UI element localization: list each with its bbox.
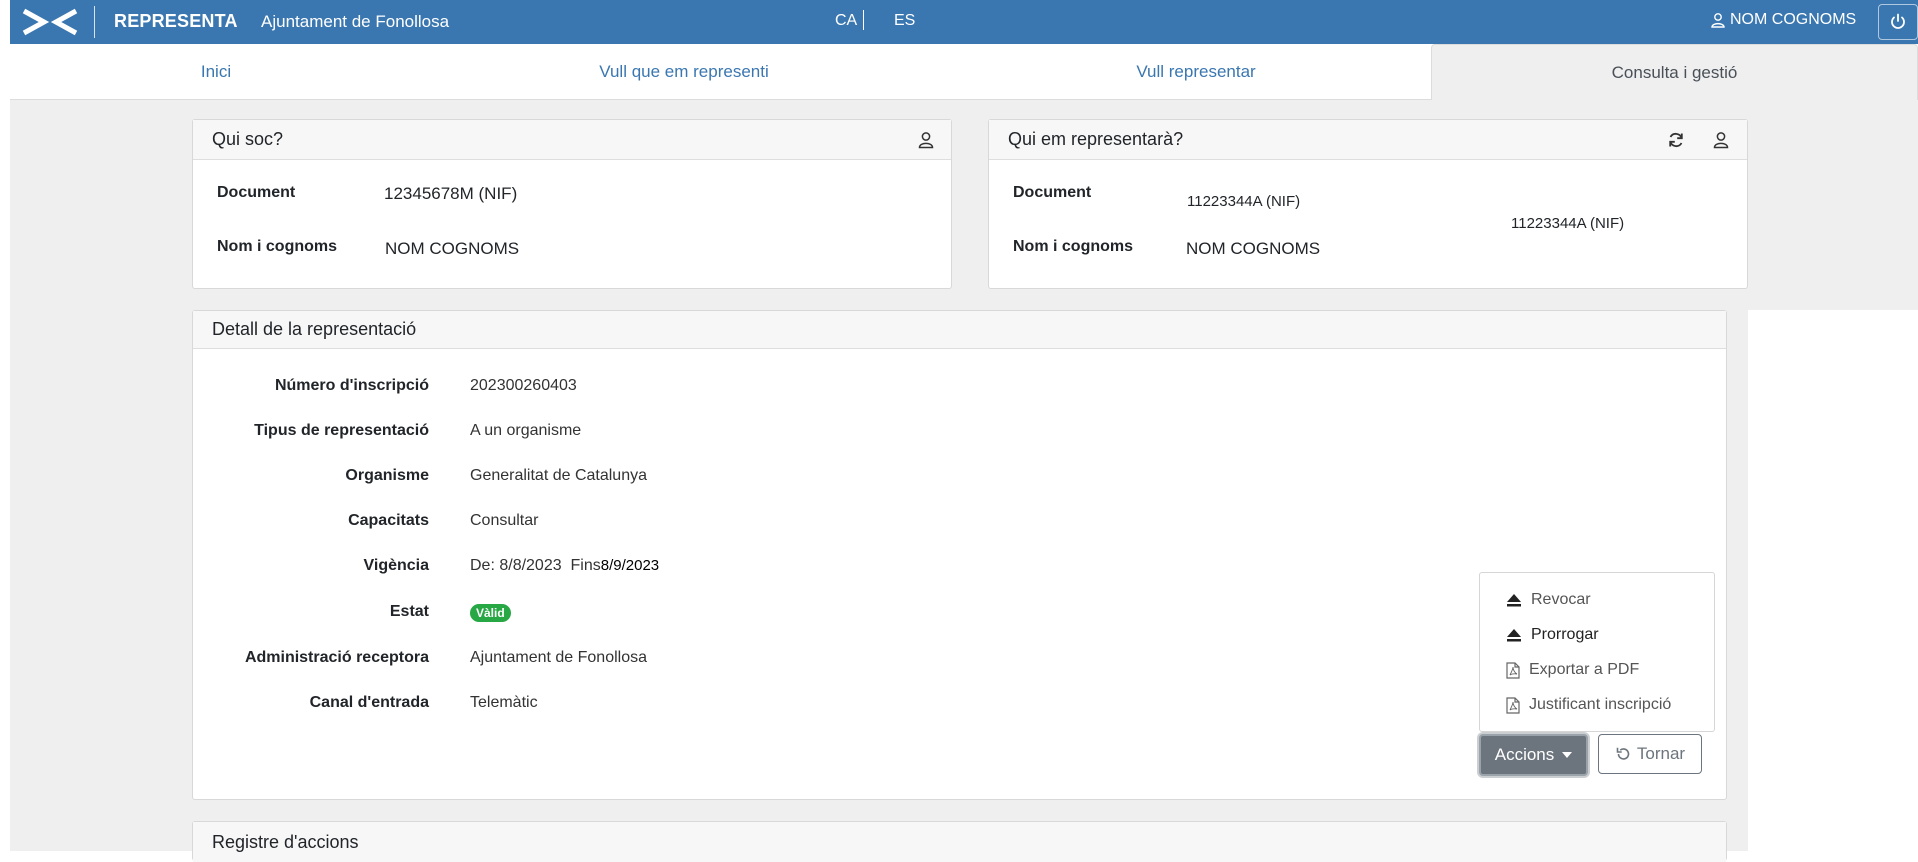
menu-item-revocar[interactable]: Revocar — [1506, 591, 1591, 609]
menu-item-justificant-inscripcio[interactable]: Justificant inscripció — [1506, 696, 1671, 714]
representa-logo-icon[interactable] — [20, 6, 80, 38]
right-blank-area — [1748, 310, 1918, 851]
vigencia-from: De: 8/8/2023 Fins — [470, 557, 601, 574]
logout-button[interactable] — [1878, 4, 1918, 40]
tornar-button[interactable]: Tornar — [1598, 734, 1702, 774]
canal-entrada-label: Canal d'entrada — [309, 694, 429, 711]
capacitats-label: Capacitats — [348, 512, 429, 529]
brand-name[interactable]: REPRESENTA — [114, 11, 238, 32]
qui-em-representara-card: Qui em representarà? Document 11223344A … — [988, 119, 1748, 289]
organisme-value: Generalitat de Catalunya — [470, 467, 647, 484]
tab-consulta-i-gestio[interactable]: Consulta i gestió — [1431, 44, 1918, 100]
canal-entrada-value: Telemàtic — [470, 694, 538, 711]
registre-accions-header: Registre d'accions — [193, 822, 1726, 862]
menu-item-exportar-pdf[interactable]: Exportar a PDF — [1506, 661, 1639, 679]
user-menu[interactable]: NOM COGNOMS — [1710, 11, 1856, 29]
eject-icon — [1507, 629, 1521, 642]
tab-vull-que-em-representi[interactable]: Vull que em representi — [422, 44, 946, 100]
accions-dropdown-button[interactable]: Accions — [1479, 734, 1588, 776]
vigencia-to: 8/9/2023 — [600, 557, 660, 574]
status-badge: Vàlid — [470, 604, 511, 622]
document-label: Document — [217, 184, 296, 201]
document-value: 12345678M (NIF) — [384, 184, 518, 203]
name-label: Nom i cognoms — [217, 238, 338, 255]
pdf-file-icon — [1506, 661, 1520, 679]
caret-down-icon — [1562, 752, 1573, 758]
organisme-label: Organisme — [345, 467, 429, 484]
user-icon[interactable] — [916, 130, 936, 150]
registre-accions-title: Registre d'accions — [212, 831, 359, 852]
qui-soc-header: Qui soc? — [193, 120, 951, 160]
document-value-secondary: 11223344A (NIF) — [1511, 215, 1625, 232]
power-icon — [1891, 13, 1905, 29]
inscription-number-label: Número d'inscripció — [274, 377, 429, 394]
vigencia-value: De: 8/8/2023 Fins8/9/2023 — [470, 557, 659, 575]
top-bar: REPRESENTA Ajuntament de Fonollosa CA ES… — [10, 0, 1918, 44]
registre-accions-card: Registre d'accions — [192, 821, 1727, 862]
language-ca-link[interactable]: CA — [835, 12, 857, 30]
menu-item-prorrogar[interactable]: Prorrogar — [1506, 626, 1599, 644]
document-value: 11223344A (NIF) — [1187, 193, 1301, 210]
capacitats-value: Consultar — [470, 512, 539, 529]
document-label: Document — [1013, 184, 1092, 201]
language-divider — [863, 10, 864, 30]
user-icon — [1711, 13, 1725, 28]
name-value: NOM COGNOMS — [385, 239, 520, 258]
tab-vull-representar[interactable]: Vull representar — [946, 44, 1446, 100]
representation-type-value: A un organisme — [470, 422, 582, 439]
estat-label: Estat — [389, 603, 429, 620]
eject-icon — [1507, 594, 1521, 607]
qui-em-representara-header: Qui em representarà? — [989, 120, 1747, 160]
name-value: NOM COGNOMS — [1186, 239, 1321, 258]
representation-type-label: Tipus de representació — [254, 422, 429, 439]
organization-name: Ajuntament de Fonollosa — [261, 12, 450, 31]
undo-icon — [1616, 747, 1630, 760]
refresh-icon[interactable] — [1666, 130, 1686, 150]
pdf-file-icon — [1506, 696, 1520, 714]
administracio-receptora-label: Administració receptora — [244, 649, 429, 666]
qui-soc-card: Qui soc? Document 12345678M (NIF) Nom i … — [192, 119, 952, 289]
detall-title: Detall de la representació — [212, 319, 417, 339]
inscription-number-value: 202300260403 — [470, 377, 577, 394]
user-icon[interactable] — [1711, 130, 1731, 150]
language-es-link[interactable]: ES — [894, 12, 915, 30]
logo-divider — [94, 6, 95, 38]
qui-soc-title: Qui soc? — [212, 129, 284, 149]
actions-dropdown-menu: Revocar Prorrogar Exportar a PDF Justifi… — [1479, 572, 1715, 732]
estat-value: Vàlid — [470, 604, 511, 622]
right-gutter — [1727, 310, 1748, 851]
vigencia-label: Vigència — [363, 557, 429, 574]
detall-header: Detall de la representació — [193, 311, 1726, 349]
main-tabs: Inici Vull que em representi Vull repres… — [10, 44, 1918, 100]
user-name: NOM COGNOMS — [1730, 11, 1857, 28]
administracio-receptora-value: Ajuntament de Fonollosa — [470, 649, 647, 666]
qui-em-representara-title: Qui em representarà? — [1008, 129, 1184, 149]
name-label: Nom i cognoms — [1013, 238, 1134, 255]
tab-inici[interactable]: Inici — [10, 44, 422, 100]
